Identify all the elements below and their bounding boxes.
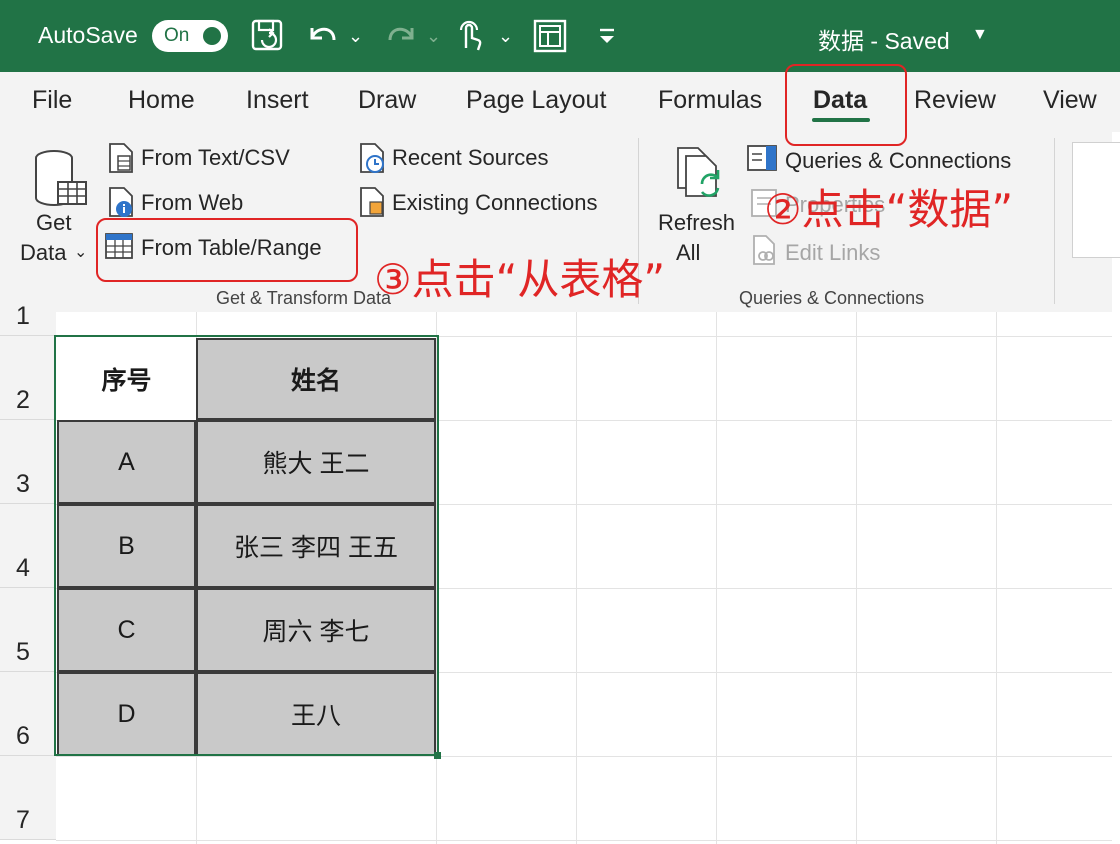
row-header-1[interactable]: 1 [0,302,56,336]
toggle-knob [203,27,221,45]
row-number: 5 [16,638,30,666]
highlight-data-tab [785,64,907,146]
tab-view[interactable]: View [1043,86,1097,115]
row-number: 1 [16,302,30,330]
edit-links-button: Edit Links [785,240,881,265]
ribbon-separator [1054,138,1055,304]
fill-handle[interactable] [434,752,441,759]
row-header-6[interactable]: 6 [0,672,56,756]
row-number: 3 [16,470,30,498]
customize-qat-icon[interactable] [592,18,628,54]
get-data-label-2[interactable]: Data [20,240,66,266]
tab-home[interactable]: Home [128,86,195,115]
redo-dropdown-icon: ⌄ [426,26,442,46]
annotation-step3: ③点击“从表格” [374,255,666,304]
gridline [56,840,1112,841]
row-header-2[interactable]: 2 [0,336,56,420]
title-dropdown-icon[interactable]: ▼ [972,26,988,44]
gridline [576,312,577,844]
ribbon-next-group [1072,142,1120,258]
from-web-button[interactable]: From Web [141,190,243,216]
title-bar: AutoSave On ⌄ ⌄ ⌄ 数据 - Saved ▼ [0,0,1120,72]
tab-formulas[interactable]: Formulas [658,86,762,115]
tab-review[interactable]: Review [914,86,996,115]
row-header-5[interactable]: 5 [0,588,56,672]
gridline [856,312,857,844]
selection-border [54,335,439,756]
autosave-state: On [164,25,190,46]
worksheet-grid[interactable]: 1 2 3 4 5 6 7 序号 姓名 A 熊大 王二 B 张三 李四 王五 C… [0,302,1112,844]
group-get-transform-label: Get & Transform Data [216,288,392,308]
form-icon[interactable] [532,18,568,54]
get-data-label-1[interactable]: Get [36,210,71,236]
recent-sources-button[interactable]: Recent Sources [392,145,549,171]
gridline [716,312,717,844]
highlight-from-table [96,218,358,282]
tab-page-layout[interactable]: Page Layout [466,86,606,115]
row-number: 6 [16,722,30,750]
row-number: 2 [16,386,30,414]
annotation-step2: ②点击“数据” [764,185,1014,234]
tab-insert[interactable]: Insert [246,86,309,115]
group-queries-label: Queries & Connections [739,288,925,308]
refresh-label-2[interactable]: All [676,240,700,266]
text-csv-icon [109,143,133,173]
touch-dropdown-icon[interactable]: ⌄ [498,26,513,47]
touch-mode-icon[interactable] [452,18,488,54]
tab-draw[interactable]: Draw [358,86,416,115]
recent-sources-icon [360,143,384,173]
autosave-toggle[interactable]: On [152,20,228,52]
gridline [996,312,997,844]
undo-icon[interactable] [304,18,340,54]
row-number: 4 [16,554,30,582]
queries-connections-button[interactable]: Queries & Connections [785,148,1011,174]
autosave-label: AutoSave [38,22,138,48]
row-header-7[interactable]: 7 [0,756,56,840]
refresh-all-icon[interactable] [672,142,730,206]
row-header-4[interactable]: 4 [0,504,56,588]
row-header-3[interactable]: 3 [0,420,56,504]
existing-connections-icon [360,187,384,217]
edit-links-icon [753,235,775,265]
database-icon[interactable] [32,144,90,216]
ribbon-tabs: File Home Insert Draw Page Layout Formul… [0,72,1120,132]
gridline [56,756,1112,757]
file-title[interactable]: 数据 - Saved [818,22,950,56]
from-text-csv-button[interactable]: From Text/CSV [141,145,290,171]
undo-dropdown-icon[interactable]: ⌄ [348,26,363,47]
web-icon [109,187,133,217]
existing-connections-button[interactable]: Existing Connections [392,190,597,216]
redo-icon [388,27,414,41]
save-icon[interactable] [250,18,286,54]
queries-connections-icon [747,145,777,171]
tab-file[interactable]: File [32,86,72,115]
row-number: 7 [16,806,30,834]
get-data-dropdown-icon[interactable]: ⌄ [74,242,87,262]
refresh-label-1[interactable]: Refresh [658,210,735,236]
